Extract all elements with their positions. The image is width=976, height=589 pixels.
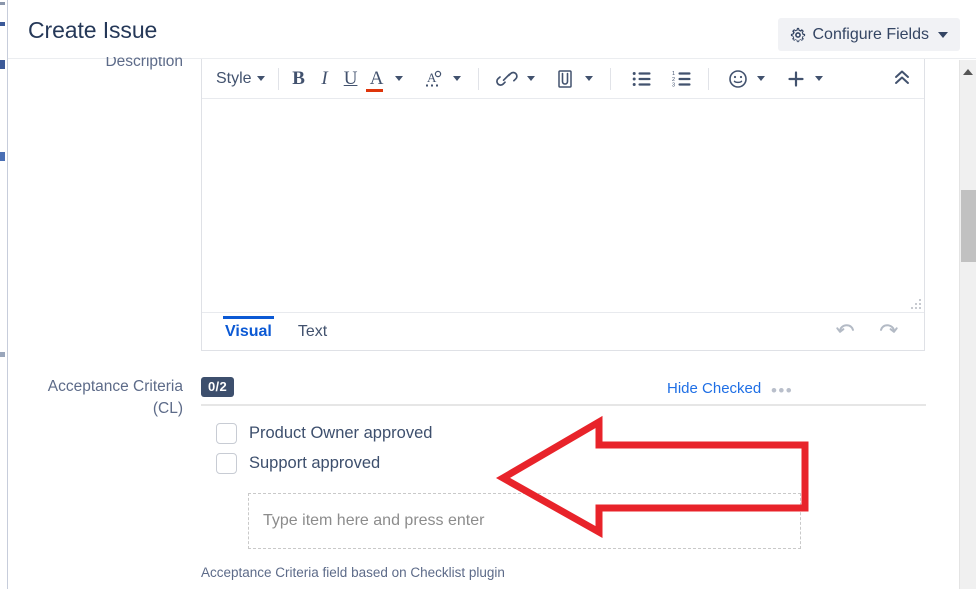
chevron-down-icon <box>452 76 461 81</box>
dialog-header: Create Issue Configure Fields <box>8 0 976 59</box>
bulleted-list-icon <box>632 71 651 86</box>
chevron-down-icon <box>938 31 948 38</box>
redo-icon[interactable] <box>877 320 899 340</box>
description-rich-text-editor: Style B I U A A 1 2 3 Visual Text <box>201 59 925 351</box>
toolbar-separator <box>609 67 611 90</box>
checklist-more-options-button[interactable]: ••• <box>771 381 793 401</box>
emoji-button[interactable] <box>724 65 752 93</box>
editor-toolbar: Style B I U A A 1 2 3 <box>202 59 924 99</box>
highlight-color-button[interactable]: A <box>418 65 448 93</box>
edge-artifact <box>0 22 5 26</box>
checklist-item-label: Support approved <box>249 454 381 472</box>
scroll-up-arrow-icon[interactable] <box>963 69 973 75</box>
toolbar-separator <box>707 67 709 90</box>
checklist-progress-badge: 0/2 <box>201 377 234 397</box>
bulleted-list-button[interactable] <box>628 65 656 93</box>
edge-artifact <box>0 2 5 5</box>
dialog-left-edge <box>0 0 8 589</box>
acceptance-criteria-label-line2: (CL) <box>152 400 183 417</box>
insert-dropdown[interactable] <box>810 65 828 93</box>
gear-icon <box>790 27 806 43</box>
undo-icon[interactable] <box>835 320 857 340</box>
toolbar-separator <box>277 67 279 90</box>
italic-button[interactable]: I <box>312 65 338 93</box>
edge-artifact <box>0 352 5 357</box>
toolbar-separator <box>477 67 479 90</box>
plus-icon <box>787 70 804 87</box>
highlight-icon: A <box>425 70 441 86</box>
bold-button[interactable]: B <box>286 65 312 93</box>
text-color-dropdown[interactable] <box>390 65 408 93</box>
chevron-down-icon <box>394 76 403 81</box>
edge-artifact <box>0 152 5 161</box>
chevron-down-icon <box>584 76 593 81</box>
checklist-item-checkbox[interactable] <box>216 453 237 474</box>
checklist-item-checkbox[interactable] <box>216 423 237 444</box>
checklist-item-label: Product Owner approved <box>249 424 433 442</box>
acceptance-criteria-footnote: Acceptance Criteria field based on Check… <box>201 565 505 580</box>
scrollbar-thumb[interactable] <box>961 190 976 262</box>
create-issue-dialog: Create Issue Configure Fields Descriptio… <box>0 0 976 589</box>
acceptance-criteria-field-label: Acceptance Criteria (CL) <box>0 376 183 420</box>
chevron-down-icon <box>256 76 265 81</box>
style-label: Style <box>216 69 252 87</box>
link-button[interactable] <box>492 65 522 93</box>
insert-button[interactable] <box>782 65 810 93</box>
numbered-list-button[interactable]: 1 2 3 <box>668 65 696 93</box>
text-color-letter: A <box>369 68 384 89</box>
link-icon <box>495 71 518 86</box>
new-checklist-item-input[interactable] <box>248 493 801 549</box>
text-color-swatch <box>365 88 383 92</box>
chevron-down-icon <box>814 76 823 81</box>
paperclip-icon <box>557 69 572 88</box>
svg-text:3: 3 <box>672 82 675 88</box>
resize-grip-icon[interactable] <box>910 298 922 310</box>
configure-fields-button[interactable]: Configure Fields <box>777 18 960 51</box>
chevron-down-icon <box>756 76 765 81</box>
checklist-divider <box>201 404 926 406</box>
numbered-list-icon: 1 2 3 <box>672 71 691 88</box>
underline-button[interactable]: U <box>338 65 364 93</box>
style-dropdown[interactable]: Style <box>210 65 271 93</box>
tab-text[interactable]: Text <box>296 316 329 347</box>
undo-redo-group <box>835 320 899 340</box>
chevron-double-up-icon <box>895 70 909 84</box>
description-text-area[interactable] <box>202 99 924 312</box>
description-field-label: Description <box>105 57 183 70</box>
attachment-button[interactable] <box>550 65 580 93</box>
text-color-button[interactable]: A <box>364 65 390 93</box>
checklist-item[interactable]: Support approved <box>216 453 380 474</box>
collapse-toolbar-button[interactable] <box>892 67 912 94</box>
checklist-item[interactable]: Product Owner approved <box>216 423 432 444</box>
highlight-color-dropdown[interactable] <box>448 65 466 93</box>
attachment-dropdown[interactable] <box>580 65 598 93</box>
hide-checked-link[interactable]: Hide Checked <box>667 380 761 397</box>
vertical-scrollbar[interactable] <box>959 60 976 589</box>
editor-footer: Visual Text <box>202 312 924 349</box>
page-title: Create Issue <box>28 17 158 43</box>
tab-visual[interactable]: Visual <box>223 316 274 347</box>
emoji-icon <box>728 69 747 88</box>
chevron-down-icon <box>526 76 535 81</box>
acceptance-criteria-label-line1: Acceptance Criteria <box>47 378 183 395</box>
link-dropdown[interactable] <box>522 65 540 93</box>
emoji-dropdown[interactable] <box>752 65 770 93</box>
configure-fields-label: Configure Fields <box>812 25 930 43</box>
